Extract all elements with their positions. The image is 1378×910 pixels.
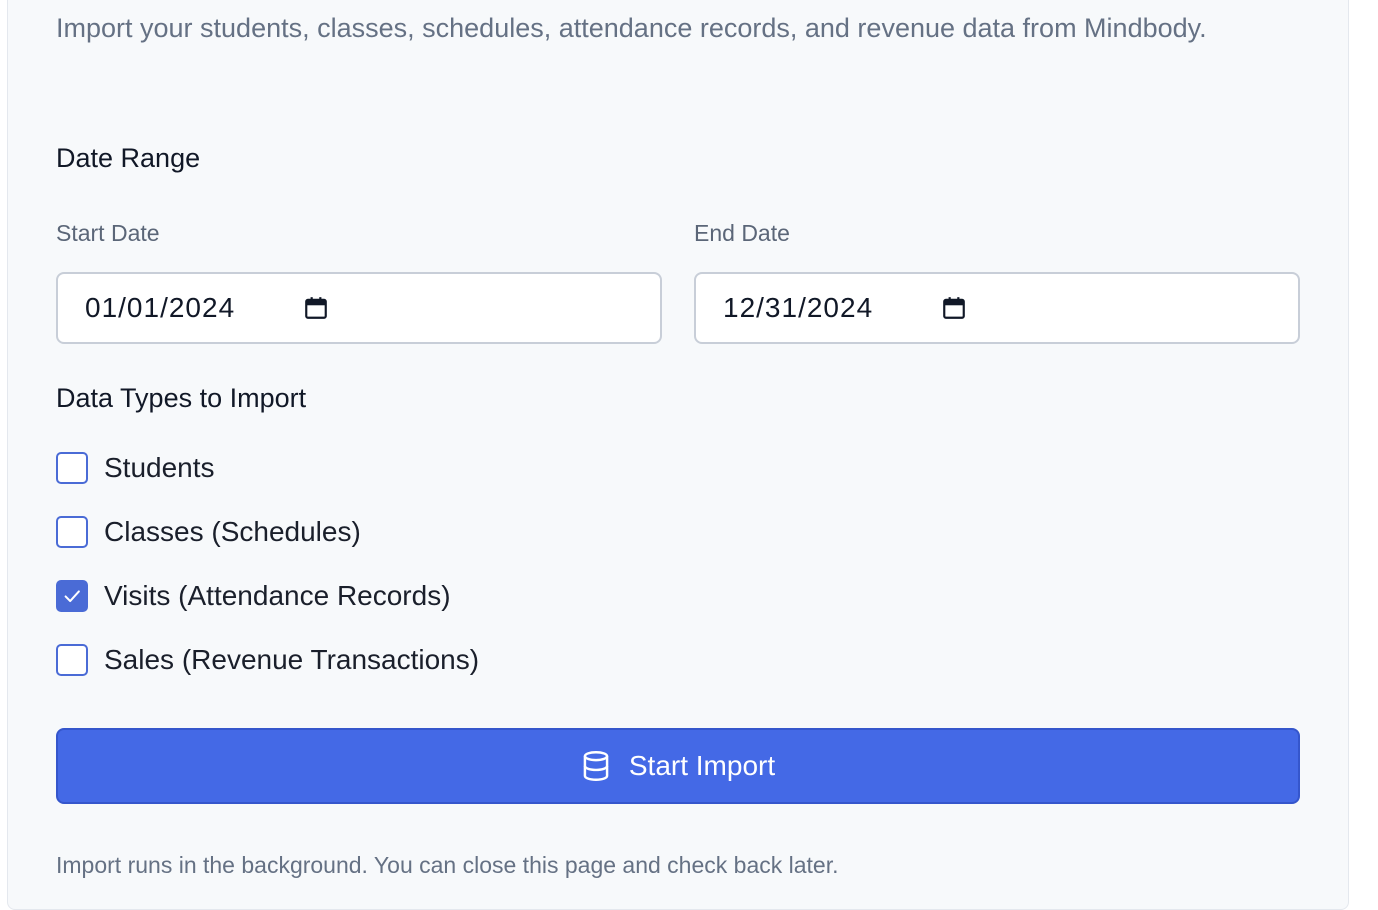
start-import-label: Start Import — [628, 750, 776, 781]
date-range-heading: Date Range — [56, 143, 201, 173]
students-checkbox[interactable] — [56, 452, 88, 484]
data-types-heading: Data Types to Import — [56, 383, 307, 413]
start-date-input[interactable]: 01/01/2024 — [56, 272, 662, 344]
students-label[interactable]: Students — [104, 452, 215, 484]
checkmark-icon — [64, 590, 80, 603]
option-visits[interactable]: Visits (Attendance Records) — [56, 579, 451, 613]
database-icon — [583, 750, 609, 782]
start-date-label: Start Date — [56, 220, 160, 246]
start-date-value: 01/01/2024 — [85, 292, 236, 323]
visits-checkbox[interactable] — [56, 580, 88, 612]
end-date-label: End Date — [694, 220, 790, 246]
classes-label[interactable]: Classes (Schedules) — [104, 516, 361, 548]
classes-checkbox[interactable] — [56, 516, 88, 548]
option-classes[interactable]: Classes (Schedules) — [56, 515, 361, 549]
end-date-input[interactable]: 12/31/2024 — [694, 272, 1300, 344]
sales-checkbox[interactable] — [56, 644, 88, 676]
option-sales[interactable]: Sales (Revenue Transactions) — [56, 643, 479, 677]
calendar-icon[interactable] — [941, 295, 967, 321]
end-date-value: 12/31/2024 — [723, 292, 874, 323]
start-import-button[interactable]: Start Import — [56, 728, 1300, 804]
sales-label[interactable]: Sales (Revenue Transactions) — [104, 644, 479, 676]
visits-label[interactable]: Visits (Attendance Records) — [104, 580, 451, 612]
background-import-note: Import runs in the background. You can c… — [56, 852, 839, 878]
import-description: Import your students, classes, schedules… — [56, 13, 1207, 43]
calendar-icon[interactable] — [303, 295, 329, 321]
option-students[interactable]: Students — [56, 451, 215, 485]
